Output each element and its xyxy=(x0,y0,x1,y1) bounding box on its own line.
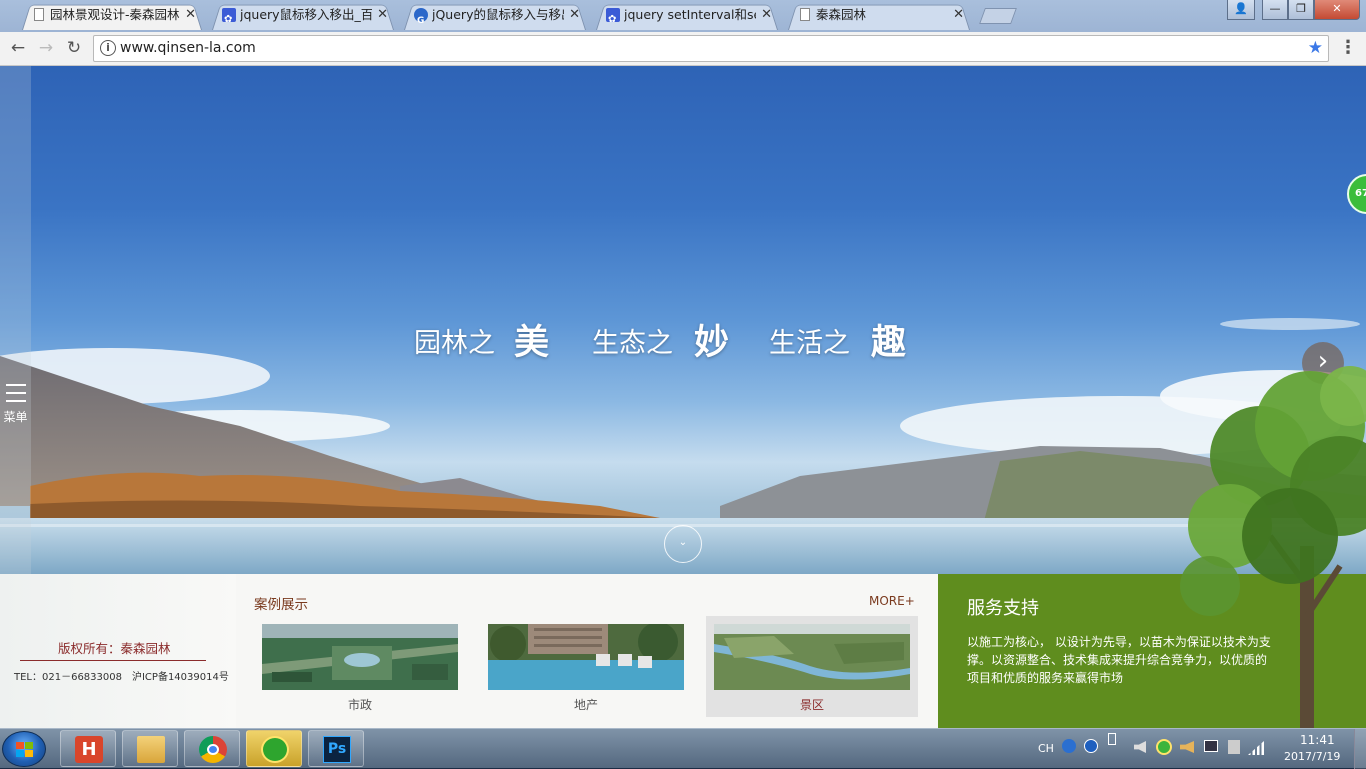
tab-jquery-mouse[interactable]: jQuery的鼠标移入与移出 ✕ xyxy=(396,2,594,30)
tree-illustration xyxy=(1180,366,1366,728)
hbuilder-taskbar-button[interactable]: H xyxy=(60,730,116,767)
slogan-prefix-1: 园林之 xyxy=(414,328,495,359)
web-page: 菜单 园林之 美 生态之 妙 生活之 趣 › ⌄ 67 版权所有：秦森园林 TE… xyxy=(0,66,1366,728)
photoshop-taskbar-button[interactable]: Ps xyxy=(308,730,364,767)
slogan-prefix-3: 生活之 xyxy=(769,328,850,359)
forward-button[interactable]: → xyxy=(34,36,58,60)
speaker-icon[interactable] xyxy=(1134,741,1146,753)
start-button[interactable] xyxy=(2,731,46,767)
case-thumbnail xyxy=(714,624,910,690)
minimize-button[interactable]: — xyxy=(1262,0,1288,20)
clock-time[interactable]: 11:41 xyxy=(1300,733,1335,747)
case-label: 市政 xyxy=(347,698,372,712)
footer-info: 版权所有：秦森园林 TEL：021－66833008 沪ICP备14039014… xyxy=(0,574,236,728)
menu-toggle-button[interactable]: 菜单 xyxy=(2,384,29,425)
tab-title: jquery鼠标移入移出_百度 xyxy=(240,7,372,22)
case-thumbnail xyxy=(262,624,458,690)
close-icon[interactable]: ✕ xyxy=(185,2,196,28)
hbuilder-icon: H xyxy=(75,736,103,763)
reload-button[interactable]: ↻ xyxy=(62,36,86,60)
cases-section-title: 案例展示 xyxy=(254,597,308,613)
input-language-indicator[interactable]: CH xyxy=(1038,742,1054,755)
case-card-realestate[interactable]: 地产 xyxy=(480,616,692,717)
divider xyxy=(20,660,206,661)
volume-icon[interactable] xyxy=(1180,741,1194,753)
back-button[interactable]: ← xyxy=(6,36,30,60)
tab-title: 秦森园林 xyxy=(816,7,867,22)
tab-title: 园林景观设计-秦森园林 xyxy=(50,7,180,22)
case-label: 地产 xyxy=(573,698,598,712)
windows-logo-icon xyxy=(16,742,34,758)
photoshop-icon: Ps xyxy=(323,736,351,763)
url-text[interactable]: www.qinsen-la.com xyxy=(120,40,256,56)
windows-taskbar: H Ps CH 11:41 2017/7/19 xyxy=(0,728,1366,769)
clock-date[interactable]: 2017/7/19 xyxy=(1284,750,1340,763)
more-link[interactable]: MORE+ xyxy=(869,594,915,608)
slogan-emphasis-2: 妙 xyxy=(694,323,730,363)
new-tab-button[interactable] xyxy=(979,8,1017,24)
hamburger-icon xyxy=(5,384,26,402)
chrome-icon xyxy=(199,736,227,763)
side-menu-strip: 菜单 xyxy=(0,66,31,574)
360-security-taskbar-button[interactable] xyxy=(246,730,302,767)
doc-icon xyxy=(34,8,44,21)
show-desktop-button[interactable] xyxy=(1354,729,1366,769)
360-security-icon xyxy=(261,736,289,763)
help-icon[interactable] xyxy=(1084,739,1098,753)
address-bar[interactable]: i www.qinsen-la.com ★ xyxy=(93,35,1329,62)
globe-icon xyxy=(414,8,428,30)
scroll-down-button[interactable]: ⌄ xyxy=(664,525,702,563)
case-thumbnail xyxy=(488,624,684,690)
close-icon[interactable]: ✕ xyxy=(569,2,580,28)
menu-label: 菜单 xyxy=(3,410,28,424)
maximize-button[interactable]: ❐ xyxy=(1288,0,1314,20)
hero-slogan: 园林之 美 生态之 妙 生活之 趣 xyxy=(414,314,934,363)
slogan-emphasis-3: 趣 xyxy=(871,323,907,363)
tab-title: jquery setInterval和set xyxy=(624,7,756,22)
tab-jquery-baidu[interactable]: jquery鼠标移入移出_百度 ✕ xyxy=(204,2,402,30)
tab-jquery-setinterval[interactable]: jquery setInterval和set ✕ xyxy=(588,2,786,30)
file-explorer-taskbar-button[interactable] xyxy=(122,730,178,767)
tab-title: jQuery的鼠标移入与移出 xyxy=(432,7,564,22)
ime-icon[interactable] xyxy=(1062,739,1076,753)
slogan-emphasis-1: 美 xyxy=(514,323,550,363)
close-icon[interactable]: ✕ xyxy=(761,2,772,28)
slogan-prefix-2: 生态之 xyxy=(592,328,673,359)
baidu-paw-icon xyxy=(222,7,236,30)
tray-expand-icon[interactable] xyxy=(1108,733,1116,745)
network-signal-icon[interactable] xyxy=(1248,741,1264,755)
close-icon[interactable]: ✕ xyxy=(377,2,388,28)
user-icon[interactable]: 👤 xyxy=(1227,0,1255,20)
copyright-text: 版权所有：秦森园林 xyxy=(58,641,171,656)
baidu-paw-icon xyxy=(606,7,620,30)
bookmark-star-icon[interactable]: ★ xyxy=(1308,38,1323,58)
doc-icon xyxy=(800,8,810,21)
chrome-taskbar-button[interactable] xyxy=(184,730,240,767)
browser-menu-icon[interactable]: ⋮ xyxy=(1338,37,1358,61)
360-tray-icon[interactable] xyxy=(1156,739,1172,755)
contact-text: TEL：021－66833008 沪ICP备14039014号 xyxy=(14,672,229,683)
browser-toolbar: ← → ↻ i www.qinsen-la.com ★ ⋮ xyxy=(0,32,1366,66)
case-label: 景区 xyxy=(799,698,824,712)
close-icon[interactable]: ✕ xyxy=(953,2,964,28)
monitor-icon[interactable] xyxy=(1204,740,1218,752)
browser-titlebar: 园林景观设计-秦森园林 ✕ jquery鼠标移入移出_百度 ✕ jQuery的鼠… xyxy=(0,0,1366,32)
window-close-button[interactable]: ✕ xyxy=(1314,0,1360,20)
service-title: 服务支持 xyxy=(967,598,1039,619)
usb-icon[interactable] xyxy=(1228,740,1240,754)
case-card-municipal[interactable]: 市政 xyxy=(254,616,466,717)
file-explorer-icon xyxy=(137,736,165,763)
tab-qinsen[interactable]: 秦森园林 ✕ xyxy=(780,2,978,30)
info-icon[interactable]: i xyxy=(100,40,116,56)
case-card-scenic[interactable]: 景区 xyxy=(706,616,918,717)
tab-qinsen-landscape[interactable]: 园林景观设计-秦森园林 ✕ xyxy=(14,2,210,30)
